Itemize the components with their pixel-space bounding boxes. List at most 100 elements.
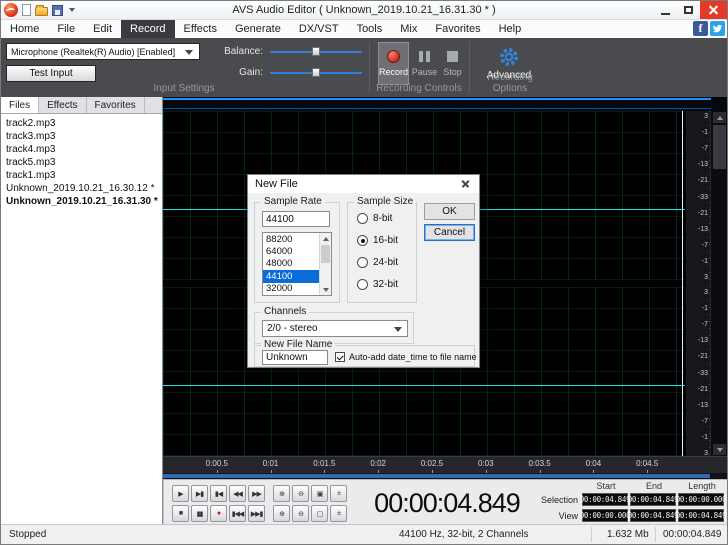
new-file-icon[interactable] [22,4,31,16]
panel-tab-effects[interactable]: Effects [39,97,86,113]
menu-tab-tools[interactable]: Tools [348,20,392,38]
balance-slider[interactable] [270,46,362,57]
menu-tab-help[interactable]: Help [490,20,531,38]
minimize-button[interactable] [654,1,677,19]
file-item[interactable]: track2.mp3 [1,117,162,130]
titlebar[interactable]: AVS Audio Editor ( Unknown_2019.10.21_16… [1,1,727,20]
overview-baseline [163,108,711,109]
twitter-icon[interactable] [710,21,725,36]
go-to-start-button[interactable]: ▮◀◀ [229,505,246,522]
dialog-close-button[interactable] [452,175,479,193]
facebook-icon[interactable]: f [693,21,708,36]
playback-cursor[interactable] [682,111,683,456]
gain-label: Gain: [219,67,263,78]
stop-ribbon-button[interactable]: Stop [439,42,466,85]
app-logo-icon [4,3,18,17]
scroll-down-button[interactable] [320,284,331,295]
quick-access-caret-icon[interactable] [69,8,75,12]
menu-tab-favorites[interactable]: Favorites [426,20,489,38]
previous-button[interactable]: ▮◀ [210,485,227,502]
time-ruler[interactable]: 0:00.50:010:01.50:020:02.50:030:03.50:04… [163,456,727,473]
record-ribbon-button[interactable]: Record [378,42,409,85]
sample-rate-option-64000[interactable]: 64000 [263,245,319,257]
close-button[interactable] [700,1,727,19]
zoom-vertical-selection-button[interactable]: ▢ [311,505,328,522]
play-selection-button[interactable]: ▶▮ [191,485,208,502]
radio-option-8-bit[interactable]: 8-bit [357,213,392,224]
overview-strip[interactable] [163,97,727,111]
sample-rate-option-48000[interactable]: 48000 [263,258,319,270]
pause-ribbon-button[interactable]: Pause [411,42,438,85]
play-button[interactable]: ▶ [172,485,189,502]
save-icon[interactable] [52,5,63,16]
auto-add-datetime-checkbox[interactable] [335,352,345,362]
view-length-value: 00:00:04.849 [678,509,724,522]
sample-rate-option-44100[interactable]: 44100 [263,270,319,282]
file-item[interactable]: track4.mp3 [1,143,162,156]
vertical-scroll-thumb[interactable] [713,125,726,169]
gain-slider[interactable] [270,67,362,78]
recording-controls-group-label: Recording Controls [369,83,469,94]
zero-line-right [163,385,685,386]
slider-thumb[interactable] [312,47,320,56]
file-name-input[interactable]: Unknown [262,350,328,365]
fast-forward-button[interactable]: ▶▶ [248,485,265,502]
zoom-full-button[interactable]: ± [330,485,347,502]
input-device-select[interactable]: Microphone (Realtek(R) Audio) [Enabled] [6,43,200,60]
panel-tab-files[interactable]: Files [1,97,39,113]
file-item[interactable]: Unknown_2019.10.21_16.31.30 * [1,195,162,208]
zoom-in-button[interactable]: ⊕ [273,485,290,502]
channels-select[interactable]: 2/0 - stereo [262,320,408,337]
menu-tab-record[interactable]: Record [121,20,174,38]
slider-thumb[interactable] [312,68,320,77]
menu-tab-home[interactable]: Home [1,20,48,38]
menu-tab-file[interactable]: File [48,20,84,38]
panel-tab-favorites[interactable]: Favorites [87,97,145,113]
menu-tab-edit[interactable]: Edit [84,20,121,38]
pause-button[interactable]: ▮▮ [191,505,208,522]
sample-rate-option-32000[interactable]: 32000 [263,283,319,295]
time-tick-label: 0:00.5 [206,459,228,468]
file-item[interactable]: track5.mp3 [1,156,162,169]
test-input-button[interactable]: Test Input [6,65,96,82]
zoom-vertical-in-button[interactable]: ⊕ [273,505,290,522]
menu-tab-effects[interactable]: Effects [175,20,226,38]
menu-tab-mix[interactable]: Mix [391,20,426,38]
open-folder-icon[interactable] [35,7,48,16]
dialog-titlebar[interactable]: New File [248,175,479,193]
record-button[interactable]: ● [210,505,227,522]
sample-rate-option-88200[interactable]: 88200 [263,233,319,245]
new-file-name-group: New File Name Unknown Auto-add date_time… [254,345,475,367]
sample-rate-input[interactable]: 44100 [262,211,330,227]
position-row-label: Selection [538,495,580,505]
vertical-scrollbar[interactable] [710,111,727,456]
maximize-button[interactable] [677,1,700,19]
cancel-button[interactable]: Cancel [424,224,475,241]
zoom-selection-button[interactable]: ▣ [311,485,328,502]
radio-option-32-bit[interactable]: 32-bit [357,279,398,290]
zoom-out-button[interactable]: ⊖ [292,485,309,502]
file-item[interactable]: Unknown_2019.10.21_16.30.12 * [1,182,162,195]
scroll-down-button[interactable] [713,444,726,455]
status-file-size: 1.632 Mb [607,529,649,540]
menu-tab-dx-vst[interactable]: DX/VST [290,20,348,38]
scroll-up-button[interactable] [713,112,726,123]
menu-tab-generate[interactable]: Generate [226,20,290,38]
radio-option-16-bit[interactable]: 16-bit [357,235,398,246]
window-controls [654,1,727,19]
db-label: -21 [698,353,708,360]
scroll-up-button[interactable] [320,233,331,244]
file-item[interactable]: track3.mp3 [1,130,162,143]
radio-option-24-bit[interactable]: 24-bit [357,257,398,268]
listbox-scroll-thumb[interactable] [321,245,330,263]
zoom-vertical-full-button[interactable]: ± [330,505,347,522]
listbox-scrollbar[interactable] [319,233,331,295]
horizontal-scroll-thumb[interactable] [163,474,710,478]
go-to-end-button[interactable]: ▶▶▮ [248,505,265,522]
zoom-vertical-out-button[interactable]: ⊖ [292,505,309,522]
file-item[interactable]: track1.mp3 [1,169,162,182]
stop-button[interactable]: ■ [172,505,189,522]
db-label: -7 [702,418,708,425]
ok-button[interactable]: OK [424,203,475,220]
rewind-button[interactable]: ◀◀ [229,485,246,502]
